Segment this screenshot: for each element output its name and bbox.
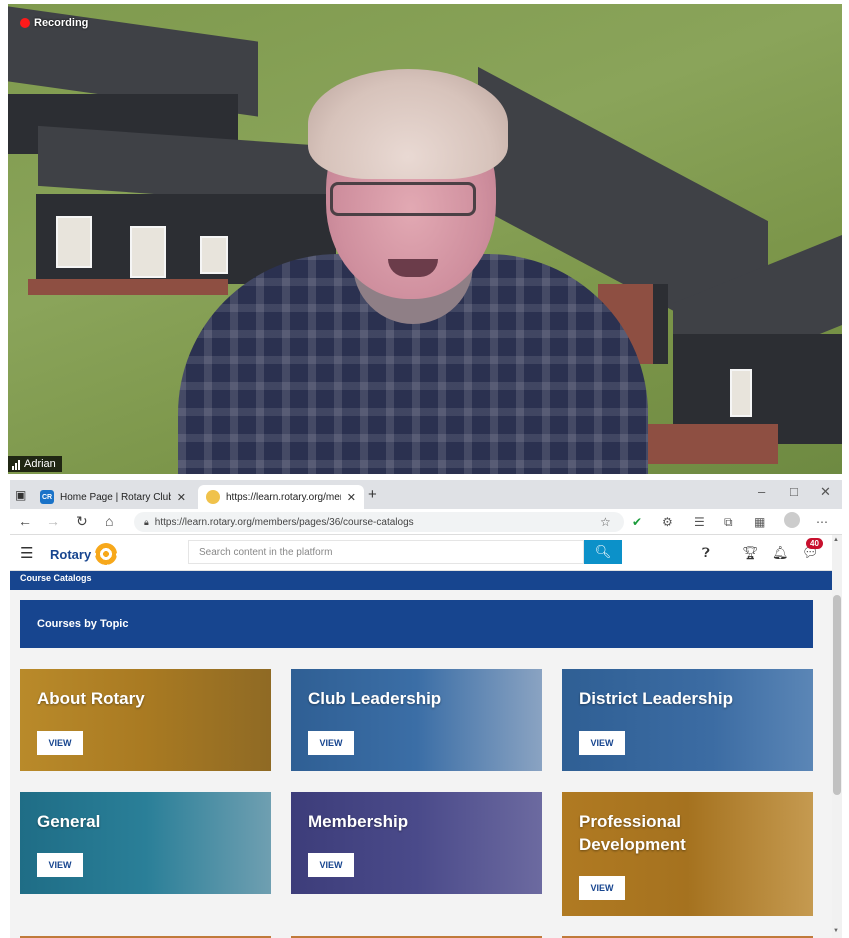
lock-icon: 🔒︎	[144, 516, 149, 527]
course-card-general[interactable]: General VIEW	[20, 792, 271, 894]
refresh-icon[interactable]: ↻	[76, 513, 88, 530]
course-card-professional-development[interactable]: Professional Development VIEW	[562, 792, 813, 916]
browser-window: ▣ CR Home Page | Rotary Club of Pen ✕ ht…	[10, 480, 842, 938]
view-button[interactable]: VIEW	[37, 853, 83, 877]
url-field[interactable]: 🔒︎ https://learn.rotary.org/members/page…	[134, 512, 624, 532]
card-photo	[291, 792, 542, 894]
scroll-up-icon[interactable]: ▲	[833, 537, 839, 543]
bell-icon[interactable]: 🔔︎	[772, 545, 789, 561]
logo-text: Rotary	[50, 546, 92, 562]
favorite-star-icon[interactable]: ☆	[600, 515, 611, 529]
tab-title: https://learn.rotary.org/member	[226, 491, 341, 503]
participant-name-tag: Adrian	[8, 456, 62, 472]
address-bar: ← → ↻ ⌂ 🔒︎ https://learn.rotary.org/memb…	[10, 509, 842, 535]
site-header: ☰ Rotary Search content in the platform …	[10, 535, 832, 571]
trophy-icon[interactable]: 🏆︎	[742, 545, 759, 561]
card-photo	[20, 669, 271, 771]
recording-indicator: Recording	[20, 17, 88, 29]
help-icon[interactable]: ❓︎	[702, 545, 710, 561]
record-dot-icon	[20, 18, 30, 28]
rotary-wheel-icon	[95, 543, 118, 565]
tab-actions-icon[interactable]: ▣	[15, 488, 26, 502]
close-icon[interactable]: ✕	[177, 491, 186, 504]
house-foundation	[28, 279, 228, 295]
house-window	[130, 226, 166, 278]
apps-icon[interactable]: ▦	[754, 515, 765, 529]
home-icon[interactable]: ⌂	[105, 513, 113, 529]
checkmark-extension-icon[interactable]: ✔	[632, 515, 642, 529]
close-icon[interactable]: ✕	[347, 491, 356, 504]
card-photo	[291, 669, 542, 771]
participant-name: Adrian	[24, 458, 56, 470]
scrollbar[interactable]: ▲ ▼	[832, 535, 842, 938]
view-button[interactable]: VIEW	[579, 876, 625, 900]
loading-favicon-icon	[206, 490, 220, 504]
search-input[interactable]: Search content in the platform	[188, 540, 584, 564]
hamburger-menu-icon[interactable]: ☰	[20, 544, 33, 562]
search-button[interactable]: 🔍︎	[584, 540, 622, 564]
tab-bar: ▣ CR Home Page | Rotary Club of Pen ✕ ht…	[10, 480, 842, 509]
notification-badge: 40	[806, 538, 823, 549]
section-banner: Courses by Topic	[20, 600, 813, 648]
forward-arrow-icon[interactable]: →	[46, 513, 60, 529]
signal-bars-icon	[12, 460, 20, 470]
tab-rotary-club[interactable]: CR Home Page | Rotary Club of Pen ✕	[32, 485, 194, 509]
collections-icon[interactable]: ⧉	[724, 515, 733, 530]
scroll-down-icon[interactable]: ▼	[833, 928, 839, 934]
tab-learn-rotary[interactable]: https://learn.rotary.org/member ✕	[198, 485, 364, 509]
card-title: About Rotary	[37, 689, 145, 708]
card-title: Professional Development	[579, 812, 686, 854]
tab-title: Home Page | Rotary Club of Pen	[60, 491, 171, 503]
section-title: Courses by Topic	[37, 618, 129, 630]
minimize-icon[interactable]: –	[758, 484, 765, 499]
favorites-list-icon[interactable]: ☰	[694, 515, 705, 529]
card-title: General	[37, 812, 101, 831]
recording-label: Recording	[34, 17, 89, 29]
video-feed	[8, 4, 842, 474]
back-arrow-icon[interactable]: ←	[18, 513, 32, 529]
search-icon: 🔍︎	[594, 544, 612, 559]
more-menu-icon[interactable]: ⋯	[816, 515, 828, 529]
card-photo	[562, 669, 813, 771]
person-glasses	[330, 182, 476, 216]
cr-favicon-icon: CR	[40, 490, 54, 504]
course-card-membership[interactable]: Membership VIEW	[291, 792, 542, 894]
house-window	[56, 216, 92, 268]
search-placeholder: Search content in the platform	[199, 546, 333, 558]
card-title: District Leadership	[579, 689, 733, 708]
breadcrumb-label: Course Catalogs	[20, 573, 92, 583]
breadcrumb: Course Catalogs	[10, 571, 832, 590]
house-foundation	[638, 424, 778, 464]
card-title: Club Leadership	[308, 689, 442, 708]
card-photo	[20, 792, 271, 894]
profile-avatar-icon[interactable]	[784, 512, 800, 528]
view-button[interactable]: VIEW	[308, 731, 354, 755]
view-button[interactable]: VIEW	[579, 731, 625, 755]
maximize-icon[interactable]: □	[790, 484, 798, 499]
house-window	[200, 236, 228, 274]
course-card-club-leadership[interactable]: Club Leadership VIEW	[291, 669, 542, 771]
close-window-icon[interactable]: ✕	[820, 484, 831, 500]
rotary-logo[interactable]: Rotary	[50, 543, 118, 565]
view-button[interactable]: VIEW	[308, 853, 354, 877]
course-card-district-leadership[interactable]: District Leadership VIEW	[562, 669, 813, 771]
house-window	[730, 369, 752, 417]
person-hair	[308, 69, 508, 179]
url-text: https://learn.rotary.org/members/pages/3…	[154, 516, 414, 528]
card-title: Membership	[308, 812, 409, 831]
extension-icon[interactable]: ⚙	[662, 515, 673, 529]
view-button[interactable]: VIEW	[37, 731, 83, 755]
course-card-about-rotary[interactable]: About Rotary VIEW	[20, 669, 271, 771]
new-tab-icon[interactable]: +	[368, 486, 377, 503]
scroll-thumb[interactable]	[833, 595, 841, 795]
